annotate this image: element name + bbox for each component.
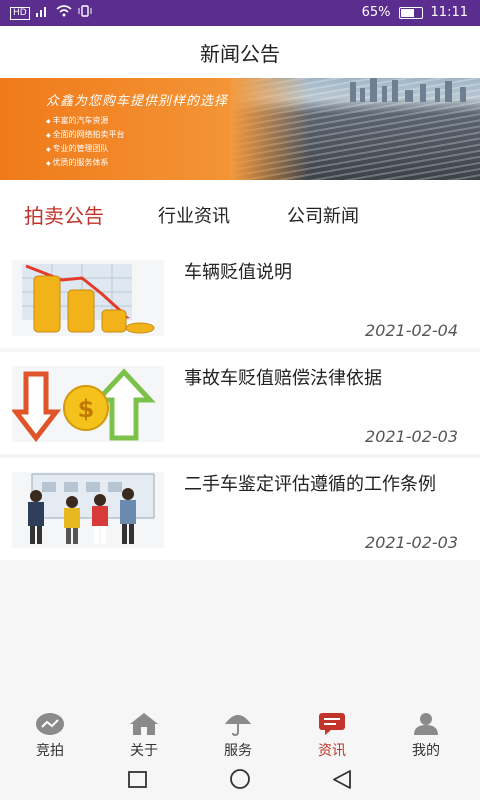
nav-label: 关于 [130,743,158,759]
article-title: 事故车贬值赔偿法律依据 [184,368,382,389]
hd-icon: HD [10,6,30,20]
nav-label: 竞拍 [36,743,64,759]
message-icon [317,712,347,736]
arrows-dollar-icon: $ [12,366,164,442]
promo-banner[interactable]: 众鑫为您购车提供别样的选择 丰富的汽车资源 全面的网络拍卖平台 专业的管理团队 … [0,78,480,180]
article-title: 车辆贬值说明 [184,262,292,283]
article-list: 车辆贬值说明 2021-02-04 $ 事故车贬值赔偿法律依据 2021-02-… [0,246,480,564]
nav-item-about[interactable]: 关于 [104,712,184,760]
banner-bullet: 优质的服务体系 [46,156,125,170]
nav-item-bid[interactable]: 竞拍 [10,712,90,760]
article-date: 2021-02-03 [365,533,458,552]
battery-percent: 65% [361,5,391,20]
tab-auction-notice[interactable]: 拍卖公告 [24,200,104,229]
article-date: 2021-02-04 [365,321,458,340]
clock: 11:11 [430,5,468,20]
bid-icon [35,712,65,736]
page-title: 新闻公告 [200,42,280,66]
tab-company-news[interactable]: 公司新闻 [287,202,359,228]
list-item[interactable]: 二手车鉴定评估遵循的工作条例 2021-02-03 [0,458,480,560]
home-button-icon[interactable] [230,769,250,789]
banner-fade [230,78,310,180]
tab-industry-news[interactable]: 行业资讯 [158,202,230,228]
recent-apps-icon[interactable] [128,771,147,788]
list-item[interactable]: 车辆贬值说明 2021-02-04 [0,246,480,348]
article-date: 2021-02-03 [365,427,458,446]
umbrella-icon [223,712,253,737]
system-nav-bar [0,762,480,800]
coins-chart-icon [12,260,164,336]
banner-bullets: 丰富的汽车资源 全面的网络拍卖平台 专业的管理团队 优质的服务体系 [46,114,125,170]
app-header: 新闻公告 [0,26,480,78]
list-item[interactable]: $ 事故车贬值赔偿法律依据 2021-02-03 [0,352,480,454]
battery-icon [398,6,423,19]
article-title: 二手车鉴定评估遵循的工作条例 [184,474,436,495]
banner-bullet: 全面的网络拍卖平台 [46,128,125,142]
nav-item-mine[interactable]: 我的 [386,712,466,760]
bottom-nav: 竞拍 关于 服务 资讯 我的 [0,702,480,762]
nav-item-service[interactable]: 服务 [198,712,278,760]
svg-text:$: $ [78,395,95,423]
status-bar: HD 65% 11:11 [0,0,480,26]
nav-label: 服务 [224,743,252,759]
home-icon [129,712,159,736]
banner-bullet: 专业的管理团队 [46,142,125,156]
user-icon [411,712,441,736]
people-board-icon [12,472,164,548]
nav-label: 资讯 [318,743,346,759]
banner-slogan: 众鑫为您购车提供别样的选择 [46,94,229,109]
signal-icon [35,5,50,21]
banner-bullet: 丰富的汽车资源 [46,114,125,128]
news-tabs: 拍卖公告 行业资讯 公司新闻 [0,180,480,246]
nav-item-news[interactable]: 资讯 [292,712,372,760]
wifi-icon [56,5,72,21]
nav-label: 我的 [412,743,440,759]
vibrate-icon [78,5,92,21]
back-icon[interactable] [333,770,351,789]
